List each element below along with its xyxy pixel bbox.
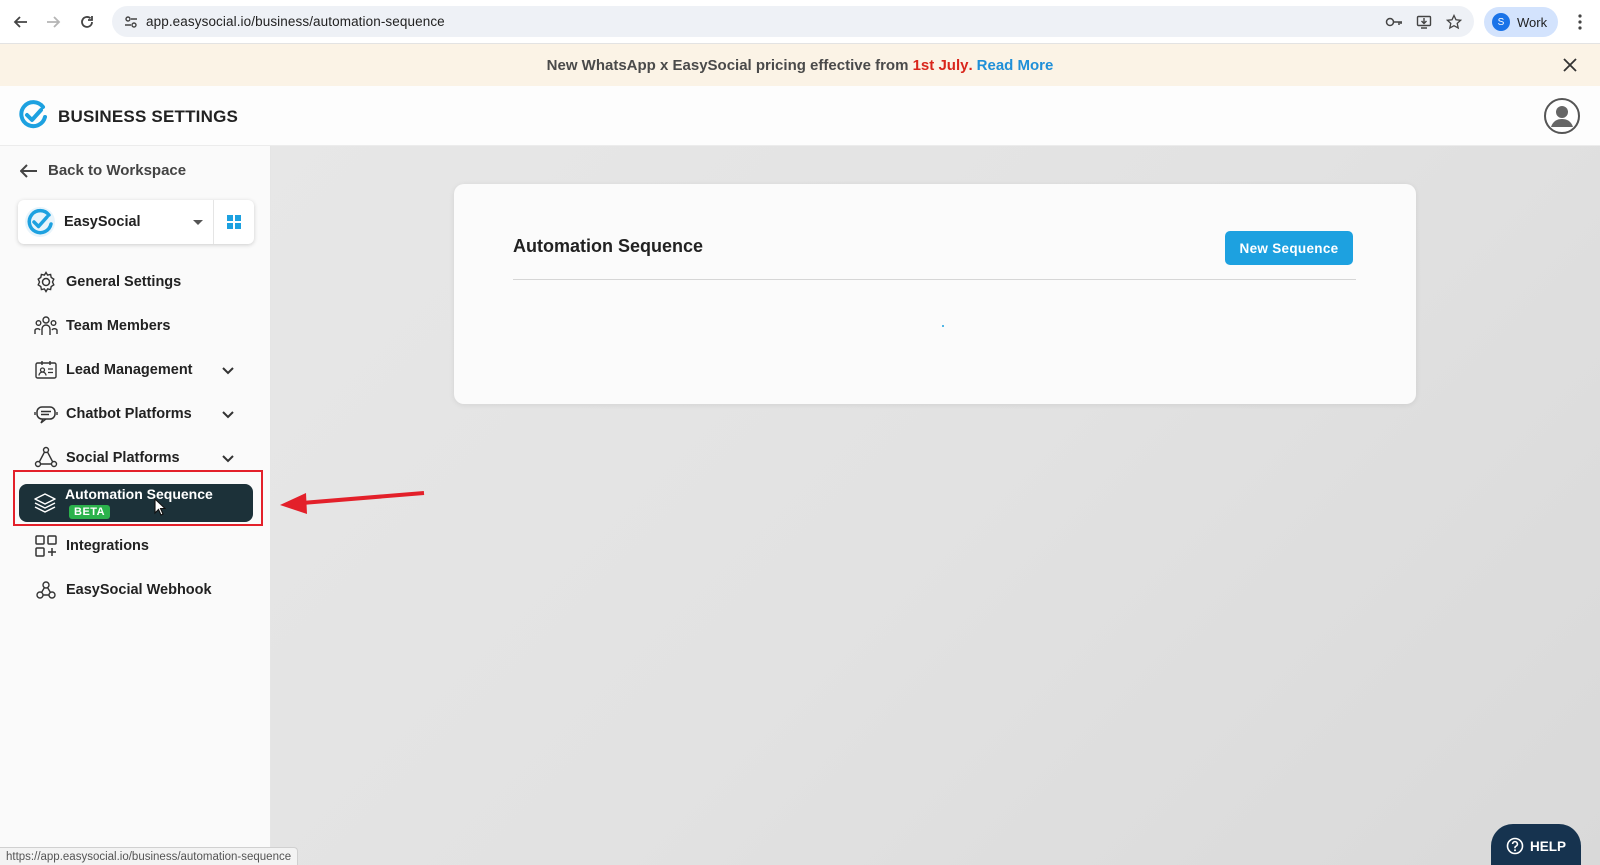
help-label: HELP [1529,838,1566,854]
beta-badge: BETA [69,504,111,519]
profile-button[interactable]: S Work [1484,7,1558,37]
user-account-icon[interactable] [1543,97,1581,135]
annotation-arrow-icon [280,491,425,514]
apps-grid-icon[interactable] [214,200,254,244]
new-sequence-button[interactable]: New Sequence [1225,231,1353,265]
automation-sequence-card: Automation Sequence New Sequence [454,184,1416,404]
active-menu-pill[interactable]: Automation Sequence BETA [19,484,253,522]
address-bar[interactable]: app.easysocial.io/business/automation-se… [112,6,1474,37]
chevron-down-icon[interactable] [220,362,236,378]
arrow-left-icon [20,163,37,178]
site-settings-icon[interactable] [116,14,146,30]
sidebar-item-label: Team Members [66,318,171,334]
sidebar-item-chatbot-platforms[interactable]: Chatbot Platforms [0,392,271,436]
sidebar-item-integrations[interactable]: Integrations [0,524,271,568]
sidebar-item-label: Chatbot Platforms [66,406,192,422]
install-app-icon[interactable] [1414,14,1434,30]
sidebar-item-label: Social Platforms [66,450,180,466]
loading-indicator [942,325,944,327]
chevron-down-icon[interactable] [220,450,236,466]
help-button[interactable]: HELP [1491,824,1581,865]
share-network-icon [34,446,58,470]
chevron-down-icon[interactable] [220,406,236,422]
sidebar-item-label: General Settings [66,274,182,290]
workspace-name: EasySocial [64,214,141,230]
card-divider [513,279,1356,280]
sidebar-item-lead-management[interactable]: Lead Management [0,348,271,392]
sidebar-item-label: EasySocial Webhook [66,582,212,598]
url-text[interactable]: app.easysocial.io/business/automation-se… [146,14,445,29]
sidebar-item-label: Automation Sequence [65,485,213,502]
back-arrow-icon[interactable] [6,7,36,37]
banner-period: . [968,56,973,74]
mouse-cursor-icon [154,498,166,516]
back-to-workspace-link[interactable]: Back to Workspace [20,162,186,179]
profile-avatar: S [1492,13,1510,31]
close-icon[interactable] [1560,55,1580,75]
caret-down-icon[interactable] [193,219,203,225]
browser-toolbar: app.easysocial.io/business/automation-se… [0,0,1600,44]
forward-arrow-icon[interactable] [38,7,68,37]
sidebar-item-automation-sequence[interactable]: Automation Sequence BETA [0,470,271,526]
webhook-icon [34,578,58,602]
sidebar-item-label: Lead Management [66,362,193,378]
card-title: Automation Sequence [513,236,704,256]
reload-icon[interactable] [72,7,102,37]
sidebar-item-label: Integrations [66,538,149,554]
banner-text: New WhatsApp x EasySocial pricing effect… [546,56,909,74]
sidebar: Back to Workspace EasySocial General Set… [0,146,271,865]
layers-icon [33,491,57,515]
contact-card-icon [34,358,58,382]
workspace-logo [25,207,55,237]
password-key-icon[interactable] [1384,16,1404,28]
page-title: BUSINESS SETTINGS [58,107,239,126]
app-header: BUSINESS SETTINGS [0,86,1600,146]
bookmark-star-icon[interactable] [1444,13,1464,30]
settings-menu: General Settings Team Members Lead Manag… [0,260,271,612]
back-to-workspace-label: Back to Workspace [48,162,187,179]
read-more-link[interactable]: Read More [977,57,1054,74]
status-bar-url: https://app.easysocial.io/business/autom… [0,847,299,865]
easysocial-logo [19,100,47,129]
workspace-selector[interactable]: EasySocial [18,200,254,244]
sidebar-item-general-settings[interactable]: General Settings [0,260,271,304]
gear-icon [34,270,58,294]
main-content: Automation Sequence New Sequence [271,146,1600,865]
sidebar-item-social-platforms[interactable]: Social Platforms [0,436,271,480]
banner-date: 1st July [912,56,969,74]
integrations-grid-icon [34,534,58,558]
profile-label: Work [1517,14,1548,30]
question-circle-icon [1506,837,1524,855]
sidebar-item-easysocial-webhook[interactable]: EasySocial Webhook [0,568,271,612]
chatbot-icon [34,402,58,426]
announcement-banner: New WhatsApp x EasySocial pricing effect… [0,44,1600,86]
team-icon [34,314,58,338]
browser-menu-icon[interactable] [1570,10,1590,34]
sidebar-item-team-members[interactable]: Team Members [0,304,271,348]
